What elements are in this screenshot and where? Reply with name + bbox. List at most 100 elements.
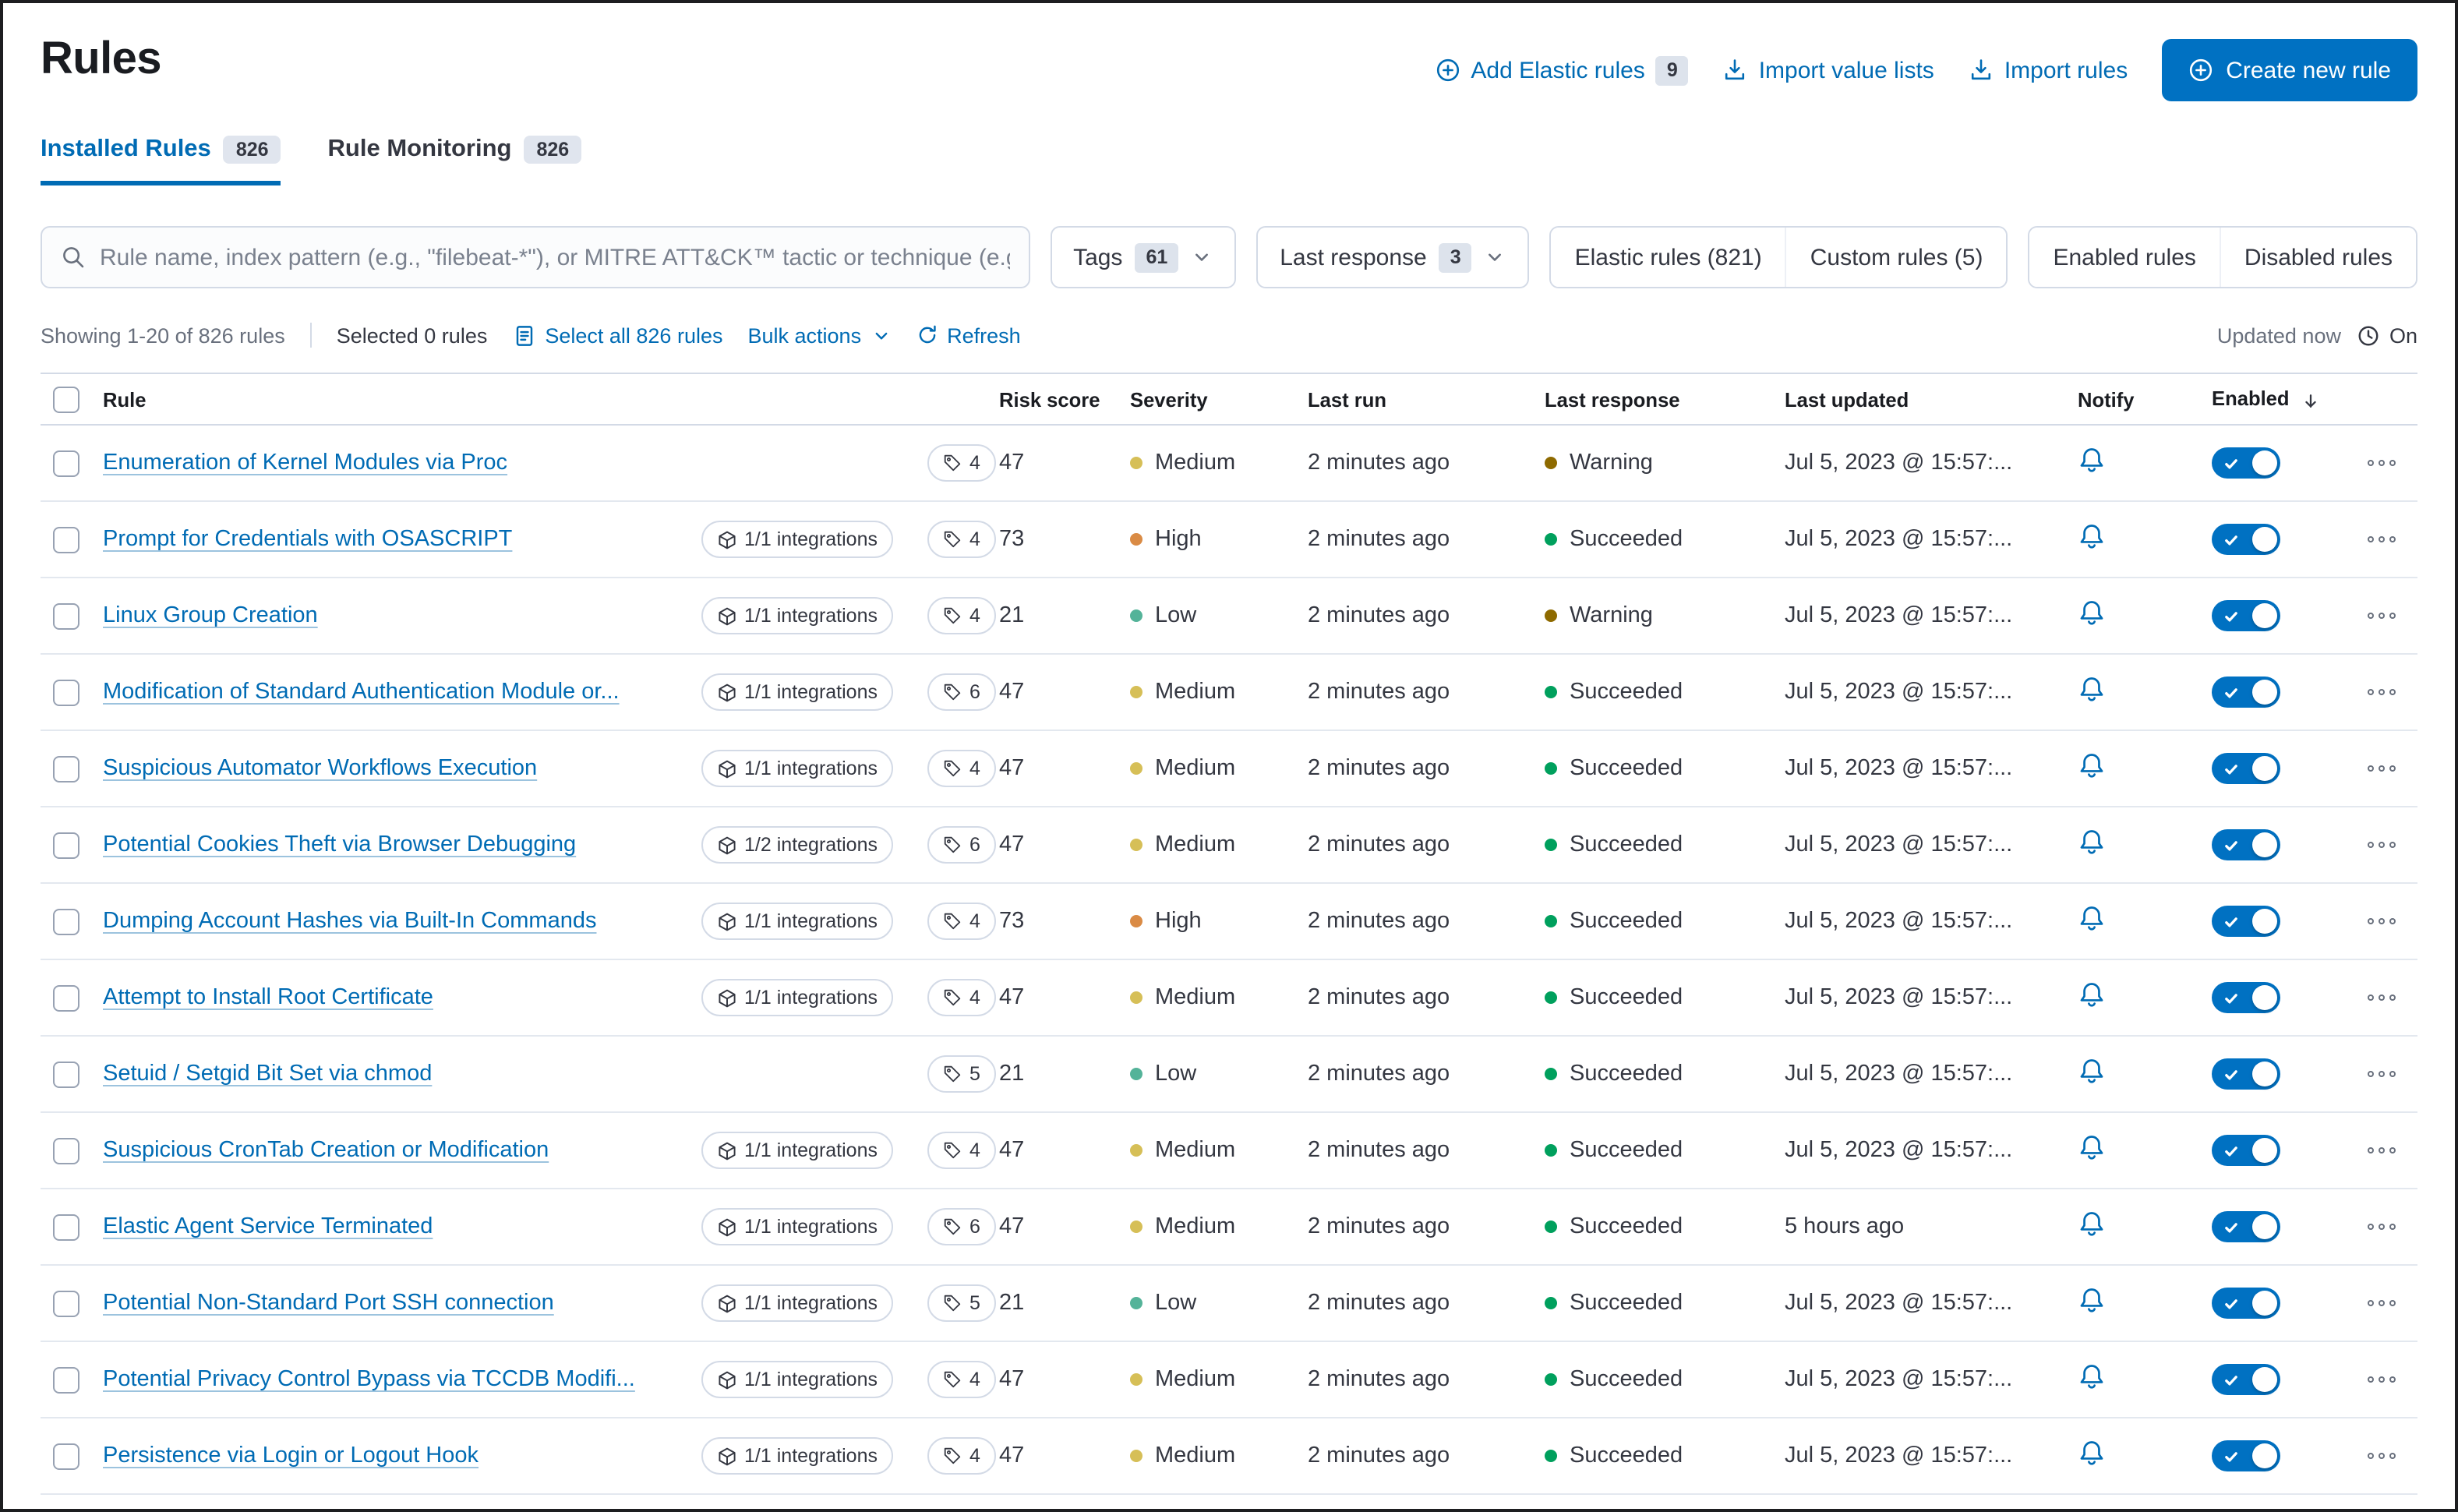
tags-badge[interactable]: 4 bbox=[927, 1132, 996, 1169]
tags-badge[interactable]: 4 bbox=[927, 750, 996, 787]
row-actions-button[interactable] bbox=[2361, 1447, 2403, 1466]
tags-badge[interactable]: 4 bbox=[927, 979, 996, 1016]
integrations-badge[interactable]: 1/1 integrations bbox=[701, 597, 893, 634]
row-actions-button[interactable] bbox=[2361, 912, 2403, 931]
notify-bell-button[interactable] bbox=[2078, 1133, 2106, 1161]
import-value-lists-button[interactable]: Import value lists bbox=[1723, 57, 1934, 83]
integrations-badge[interactable]: 1/2 integrations bbox=[701, 826, 893, 864]
rule-name-link[interactable]: Dumping Account Hashes via Built-In Comm… bbox=[103, 909, 684, 934]
enabled-toggle[interactable] bbox=[2212, 753, 2280, 784]
notify-bell-button[interactable] bbox=[2078, 1210, 2106, 1238]
row-actions-button[interactable] bbox=[2361, 1141, 2403, 1160]
notify-bell-button[interactable] bbox=[2078, 980, 2106, 1009]
integrations-badge[interactable]: 1/1 integrations bbox=[701, 1361, 893, 1398]
notify-bell-button[interactable] bbox=[2078, 1439, 2106, 1467]
tags-badge[interactable]: 5 bbox=[927, 1055, 996, 1093]
disabled-rules-filter[interactable]: Disabled rules bbox=[2219, 228, 2416, 287]
notify-bell-button[interactable] bbox=[2078, 828, 2106, 856]
integrations-badge[interactable]: 1/1 integrations bbox=[701, 1132, 893, 1169]
row-actions-button[interactable] bbox=[2361, 759, 2403, 779]
tags-badge[interactable]: 6 bbox=[927, 826, 996, 864]
column-header-last-run[interactable]: Last run bbox=[1298, 387, 1535, 411]
row-actions-button[interactable] bbox=[2361, 454, 2403, 473]
select-all-rules-button[interactable]: Select all 826 rules bbox=[512, 323, 723, 347]
integrations-badge[interactable]: 1/1 integrations bbox=[701, 979, 893, 1016]
column-header-last-updated[interactable]: Last updated bbox=[1775, 387, 2050, 411]
row-checkbox[interactable] bbox=[53, 679, 79, 705]
notify-bell-button[interactable] bbox=[2078, 599, 2106, 627]
enabled-toggle[interactable] bbox=[2212, 600, 2280, 631]
row-actions-button[interactable] bbox=[2361, 835, 2403, 855]
auto-refresh-toggle[interactable]: On bbox=[2357, 323, 2417, 347]
enabled-toggle[interactable] bbox=[2212, 1135, 2280, 1166]
row-actions-button[interactable] bbox=[2361, 606, 2403, 626]
rule-name-link[interactable]: Elastic Agent Service Terminated bbox=[103, 1214, 684, 1239]
enabled-toggle[interactable] bbox=[2212, 1364, 2280, 1395]
integrations-badge[interactable]: 1/1 integrations bbox=[701, 673, 893, 711]
rule-name-link[interactable]: Potential Cookies Theft via Browser Debu… bbox=[103, 832, 684, 857]
row-checkbox[interactable] bbox=[53, 450, 79, 476]
row-actions-button[interactable] bbox=[2361, 988, 2403, 1008]
rule-name-link[interactable]: Suspicious CronTab Creation or Modificat… bbox=[103, 1138, 684, 1163]
integrations-badge[interactable]: 1/1 integrations bbox=[701, 903, 893, 940]
enabled-toggle[interactable] bbox=[2212, 677, 2280, 708]
notify-bell-button[interactable] bbox=[2078, 1362, 2106, 1390]
rule-name-link[interactable]: Enumeration of Kernel Modules via Proc bbox=[103, 450, 684, 475]
notify-bell-button[interactable] bbox=[2078, 675, 2106, 703]
enabled-toggle[interactable] bbox=[2212, 829, 2280, 860]
rule-name-link[interactable]: Potential Non-Standard Port SSH connecti… bbox=[103, 1291, 684, 1316]
rule-name-link[interactable]: Modification of Standard Authentication … bbox=[103, 680, 684, 705]
search-input[interactable] bbox=[100, 244, 1010, 270]
row-checkbox[interactable] bbox=[53, 1366, 79, 1393]
row-actions-button[interactable] bbox=[2361, 1294, 2403, 1313]
integrations-badge[interactable]: 1/1 integrations bbox=[701, 1284, 893, 1322]
tags-badge[interactable]: 4 bbox=[927, 903, 996, 940]
column-header-rule[interactable]: Rule bbox=[103, 387, 684, 411]
row-checkbox[interactable] bbox=[53, 526, 79, 553]
column-header-last-response[interactable]: Last response bbox=[1535, 387, 1775, 411]
row-checkbox[interactable] bbox=[53, 832, 79, 858]
row-actions-button[interactable] bbox=[2361, 1217, 2403, 1237]
integrations-badge[interactable]: 1/1 integrations bbox=[701, 1208, 893, 1245]
row-checkbox[interactable] bbox=[53, 602, 79, 629]
enabled-toggle[interactable] bbox=[2212, 906, 2280, 937]
enabled-rules-filter[interactable]: Enabled rules bbox=[2029, 228, 2220, 287]
rule-name-link[interactable]: Suspicious Automator Workflows Execution bbox=[103, 756, 684, 781]
enabled-toggle[interactable] bbox=[2212, 1211, 2280, 1242]
notify-bell-button[interactable] bbox=[2078, 1057, 2106, 1085]
tags-badge[interactable]: 6 bbox=[927, 673, 996, 711]
enabled-toggle[interactable] bbox=[2212, 982, 2280, 1013]
enabled-toggle[interactable] bbox=[2212, 1288, 2280, 1319]
import-rules-button[interactable]: Import rules bbox=[1969, 57, 2128, 83]
row-checkbox[interactable] bbox=[53, 1443, 79, 1469]
integrations-badge[interactable]: 1/1 integrations bbox=[701, 1437, 893, 1475]
enabled-toggle[interactable] bbox=[2212, 1440, 2280, 1471]
row-checkbox[interactable] bbox=[53, 1290, 79, 1316]
create-new-rule-button[interactable]: Create new rule bbox=[2162, 39, 2417, 101]
row-checkbox[interactable] bbox=[53, 1137, 79, 1164]
custom-rules-filter[interactable]: Custom rules (5) bbox=[1785, 228, 2007, 287]
enabled-toggle[interactable] bbox=[2212, 524, 2280, 555]
row-checkbox[interactable] bbox=[53, 1061, 79, 1087]
notify-bell-button[interactable] bbox=[2078, 904, 2106, 932]
rule-name-link[interactable]: Prompt for Credentials with OSASCRIPT bbox=[103, 527, 684, 552]
row-actions-button[interactable] bbox=[2361, 683, 2403, 702]
select-all-checkbox[interactable] bbox=[53, 386, 79, 412]
column-header-severity[interactable]: Severity bbox=[1130, 387, 1298, 411]
rule-name-link[interactable]: Linux Group Creation bbox=[103, 603, 684, 628]
enabled-toggle[interactable] bbox=[2212, 447, 2280, 479]
add-elastic-rules-button[interactable]: Add Elastic rules 9 bbox=[1435, 55, 1689, 85]
notify-bell-button[interactable] bbox=[2078, 446, 2106, 474]
enabled-toggle[interactable] bbox=[2212, 1058, 2280, 1090]
integrations-badge[interactable]: 1/1 integrations bbox=[701, 521, 893, 558]
row-actions-button[interactable] bbox=[2361, 1065, 2403, 1084]
tab-rule-monitoring[interactable]: Rule Monitoring 826 bbox=[328, 136, 582, 185]
tags-badge[interactable]: 4 bbox=[927, 444, 996, 482]
tags-badge[interactable]: 4 bbox=[927, 1437, 996, 1475]
search-box[interactable] bbox=[41, 226, 1030, 288]
column-header-enabled[interactable]: Enabled bbox=[2193, 387, 2346, 411]
row-checkbox[interactable] bbox=[53, 755, 79, 782]
tags-badge[interactable]: 4 bbox=[927, 597, 996, 634]
rule-name-link[interactable]: Potential Privacy Control Bypass via TCC… bbox=[103, 1367, 684, 1392]
tags-badge[interactable]: 5 bbox=[927, 1284, 996, 1322]
